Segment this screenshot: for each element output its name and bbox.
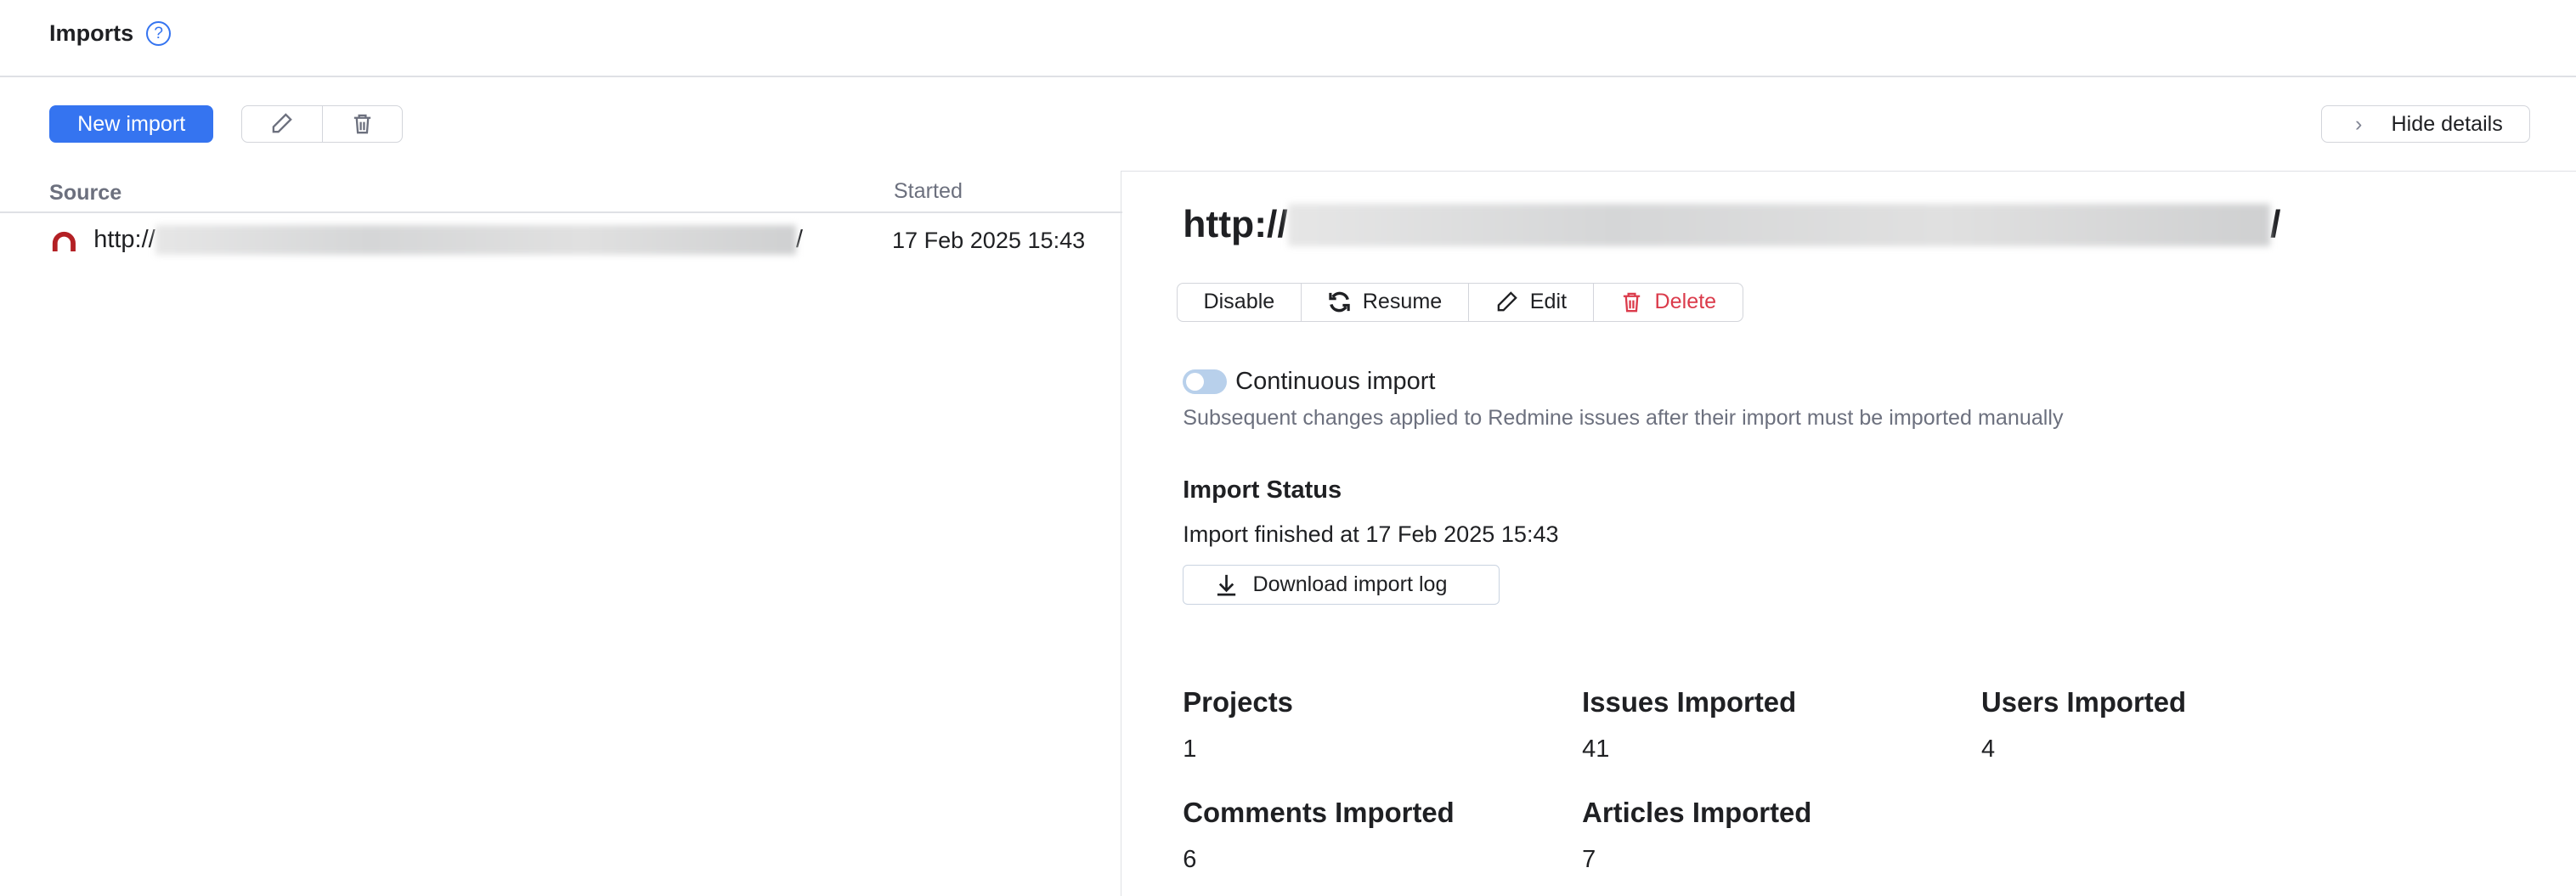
edit-button[interactable]: [242, 106, 322, 143]
disable-button[interactable]: Disable: [1178, 284, 1302, 321]
source-suffix: /: [796, 226, 803, 254]
continuous-import-label: Continuous import: [1235, 368, 1435, 396]
stat-value-users: 4: [1981, 735, 1995, 764]
title-suffix: /: [2270, 204, 2280, 246]
delete-label: Delete: [1655, 290, 1717, 314]
resume-label: Resume: [1363, 290, 1443, 314]
download-label: Download import log: [1252, 572, 1447, 597]
continuous-import-description: Subsequent changes applied to Redmine is…: [1183, 406, 2063, 431]
table-header-divider: [0, 211, 1122, 213]
hide-details-label: Hide details: [2392, 106, 2503, 143]
stat-label-issues: Issues Imported: [1582, 686, 1796, 718]
download-log-button[interactable]: Download import log: [1183, 565, 1500, 604]
redmine-icon: [49, 228, 79, 251]
new-import-button[interactable]: New import: [49, 105, 213, 143]
edit-button[interactable]: Edit: [1469, 284, 1594, 321]
details-title: http:// /: [1183, 204, 2280, 246]
source-prefix: http://: [93, 226, 155, 254]
started-date: 17 Feb 2025 15:43: [892, 227, 1085, 254]
download-icon: [1215, 573, 1238, 596]
column-header-started[interactable]: Started: [894, 179, 963, 204]
stat-label-articles: Articles Imported: [1582, 797, 1811, 829]
chevron-right-icon: ›: [2355, 106, 2362, 143]
edit-label: Edit: [1530, 290, 1567, 314]
import-status-message: Import finished at 17 Feb 2025 15:43: [1183, 521, 1558, 548]
pencil-icon: [270, 112, 293, 135]
hide-details-button[interactable]: › Hide details: [2321, 105, 2530, 144]
stat-label-users: Users Imported: [1981, 686, 2186, 718]
resume-button[interactable]: Resume: [1302, 284, 1469, 321]
stat-label-comments: Comments Imported: [1183, 797, 1455, 829]
continuous-import-toggle[interactable]: [1183, 369, 1227, 394]
stat-value-comments: 6: [1183, 846, 1196, 874]
redacted-host: [1288, 204, 2270, 246]
details-actions: Disable Resume Edit Delete: [1177, 283, 1744, 322]
delete-button[interactable]: Delete: [1594, 284, 1743, 321]
table-row[interactable]: http:// /: [49, 225, 803, 255]
row-actions-group: [241, 105, 403, 144]
column-header-source[interactable]: Source: [49, 181, 121, 206]
stat-value-articles: 7: [1582, 846, 1596, 874]
stat-value-issues: 41: [1582, 735, 1609, 764]
stat-value-projects: 1: [1183, 735, 1196, 764]
import-status-heading: Import Status: [1183, 476, 1342, 504]
title-prefix: http://: [1183, 204, 1287, 246]
pencil-icon: [1495, 290, 1518, 313]
refresh-icon: [1328, 290, 1351, 313]
help-icon[interactable]: ?: [146, 21, 171, 46]
page-title: Imports: [49, 20, 133, 47]
redacted-host: [155, 225, 796, 255]
trash-icon: [1620, 290, 1643, 313]
stat-label-projects: Projects: [1183, 686, 1293, 718]
header-divider: [0, 76, 2576, 77]
delete-button[interactable]: [323, 106, 402, 143]
trash-icon: [351, 112, 374, 135]
disable-label: Disable: [1203, 290, 1274, 314]
